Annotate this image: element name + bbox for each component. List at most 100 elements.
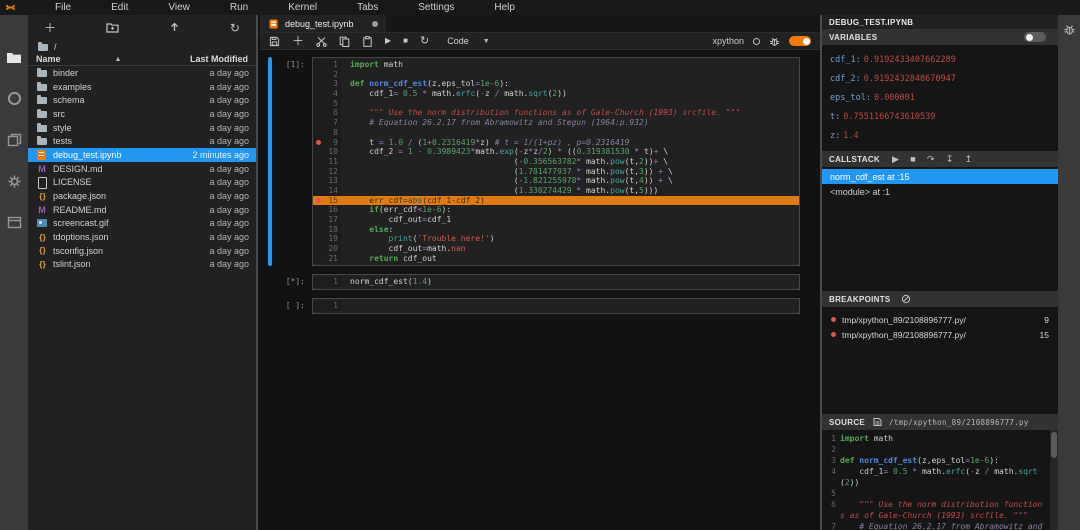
callstack-frame[interactable]: norm_cdf_est at :15 <box>822 169 1058 184</box>
breakpoint-gutter[interactable] <box>313 79 324 89</box>
column-last-modified[interactable]: Last Modified <box>190 54 248 64</box>
breakpoint-gutter[interactable] <box>313 99 324 109</box>
file-row[interactable]: package.jsona day ago <box>28 189 256 203</box>
breadcrumb-root[interactable]: / <box>54 42 57 52</box>
menu-settings[interactable]: Settings <box>398 0 474 15</box>
clear-breakpoints-icon[interactable] <box>901 294 911 304</box>
debugger-toggle[interactable] <box>789 36 811 46</box>
bug-icon[interactable] <box>769 36 780 47</box>
new-launcher-icon[interactable]: ＋ <box>44 22 56 34</box>
breakpoint-gutter[interactable] <box>313 118 324 128</box>
source-section-header[interactable]: SOURCE /tmp/xpython_89/2108896777.py <box>822 414 1058 430</box>
breakpoint-gutter[interactable] <box>313 108 324 118</box>
variables-section-header[interactable]: VARIABLES <box>822 29 1058 45</box>
file-row[interactable]: DESIGN.mda day ago <box>28 162 256 176</box>
add-cell-icon[interactable]: ＋ <box>292 36 304 46</box>
breadcrumb[interactable]: / <box>28 40 256 53</box>
kernel-status-icon[interactable] <box>753 38 760 45</box>
breakpoint-gutter[interactable] <box>313 176 324 186</box>
cell-editor[interactable]: 1norm_cdf_est(1.4) <box>312 274 800 290</box>
breakpoint-gutter[interactable] <box>313 60 324 70</box>
callstack-frame[interactable]: <module> at :1 <box>822 184 1058 199</box>
file-row[interactable]: README.mda day ago <box>28 203 256 217</box>
variable-row[interactable]: eps_tol:0.000001 <box>822 88 1058 107</box>
breakpoint-gutter[interactable] <box>313 157 324 167</box>
breakpoint-gutter[interactable] <box>313 205 324 215</box>
copy-icon[interactable] <box>339 36 350 47</box>
menu-run[interactable]: Run <box>210 0 268 15</box>
breakpoint-gutter[interactable] <box>313 167 324 177</box>
breakpoint-row[interactable]: tmp/xpython_89/2108896777.py/9 <box>822 312 1058 327</box>
menu-kernel[interactable]: Kernel <box>268 0 337 15</box>
restart-kernel-icon[interactable]: ↻ <box>420 36 429 46</box>
paste-icon[interactable] <box>362 36 373 47</box>
variable-row[interactable]: z:1.4 <box>822 126 1058 145</box>
terminate-icon[interactable]: ■ <box>910 154 916 165</box>
file-row[interactable]: srca day ago <box>28 107 256 121</box>
running-sessions-icon[interactable] <box>7 91 22 106</box>
file-row[interactable]: examplesa day ago <box>28 80 256 94</box>
save-icon[interactable] <box>269 36 280 47</box>
new-folder-icon[interactable] <box>106 22 119 33</box>
file-row[interactable]: tslint.jsona day ago <box>28 258 256 272</box>
tab-debug-test[interactable]: debug_test.ipynb <box>260 15 386 32</box>
run-icon[interactable]: ▶ <box>385 36 391 46</box>
unsaved-changes-icon[interactable] <box>372 21 378 27</box>
breakpoint-gutter[interactable] <box>313 225 324 235</box>
breakpoint-gutter[interactable] <box>313 70 324 80</box>
step-over-icon[interactable]: ↷ <box>927 154 935 165</box>
menu-edit[interactable]: Edit <box>91 0 148 15</box>
open-tabs-icon[interactable] <box>7 216 22 229</box>
file-row[interactable]: tdoptions.jsona day ago <box>28 230 256 244</box>
notebook-cell[interactable]: [1]:1import math23def norm_cdf_est(z,eps… <box>268 57 800 266</box>
variable-row[interactable]: t:0.7551166743610539 <box>822 107 1058 126</box>
variable-row[interactable]: cdf_2:0.9192432848670947 <box>822 69 1058 88</box>
breakpoint-gutter[interactable] <box>313 186 324 196</box>
breakpoint-gutter[interactable] <box>313 215 324 225</box>
variable-row[interactable]: cdf_1:0.9192433407662289 <box>822 50 1058 69</box>
breakpoint-gutter[interactable] <box>313 196 324 206</box>
menu-view[interactable]: View <box>148 0 210 15</box>
file-row[interactable]: bindera day ago <box>28 66 256 80</box>
breakpoint-gutter[interactable] <box>313 254 324 264</box>
breakpoint-gutter[interactable] <box>313 147 324 157</box>
command-palette-icon[interactable] <box>7 133 22 147</box>
stop-icon[interactable]: ■ <box>403 36 408 46</box>
file-row[interactable]: tsconfig.jsona day ago <box>28 244 256 258</box>
debugger-tab-icon[interactable] <box>1063 23 1076 530</box>
file-browser-icon[interactable] <box>6 51 22 64</box>
breakpoint-gutter[interactable] <box>313 244 324 254</box>
upload-icon[interactable] <box>169 22 180 33</box>
step-out-icon[interactable]: ↥ <box>965 154 973 165</box>
file-row[interactable]: testsa day ago <box>28 134 256 148</box>
menu-help[interactable]: Help <box>474 0 535 15</box>
breakpoint-gutter[interactable] <box>313 89 324 99</box>
notebook-cell[interactable]: [*]:1norm_cdf_est(1.4) <box>268 274 800 290</box>
menu-tabs[interactable]: Tabs <box>337 0 398 15</box>
cell-editor[interactable]: 1 <box>312 298 800 314</box>
source-scrollbar[interactable] <box>1050 430 1058 530</box>
cut-icon[interactable] <box>316 36 327 47</box>
cell-editor[interactable]: 1import math23def norm_cdf_est(z,eps_tol… <box>312 57 800 266</box>
breakpoint-gutter[interactable] <box>313 301 324 311</box>
column-name[interactable]: Name <box>36 54 61 64</box>
step-in-icon[interactable]: ↧ <box>946 154 954 165</box>
variables-view-toggle[interactable] <box>1024 32 1046 42</box>
continue-icon[interactable]: ▶ <box>892 154 899 165</box>
open-source-icon[interactable] <box>873 417 882 427</box>
file-row[interactable]: stylea day ago <box>28 121 256 135</box>
callstack-section-header[interactable]: CALLSTACK ▶ ■ ↷ ↧ ↥ <box>822 151 1058 167</box>
breakpoint-gutter[interactable] <box>313 277 324 287</box>
file-row[interactable]: schemaa day ago <box>28 93 256 107</box>
breakpoint-gutter[interactable] <box>313 128 324 138</box>
refresh-icon[interactable]: ↻ <box>230 22 240 34</box>
file-row[interactable]: screencast.gifa day ago <box>28 217 256 231</box>
notebook-cell[interactable]: [ ]:1 <box>268 298 800 314</box>
menu-file[interactable]: File <box>35 0 91 15</box>
file-row[interactable]: LICENSEa day ago <box>28 176 256 190</box>
property-inspector-icon[interactable] <box>7 174 22 189</box>
breakpoint-gutter[interactable] <box>313 234 324 244</box>
file-row[interactable]: debug_test.ipynb2 minutes ago <box>28 148 256 162</box>
breakpoint-row[interactable]: tmp/xpython_89/2108896777.py/15 <box>822 327 1058 342</box>
breakpoints-section-header[interactable]: BREAKPOINTS <box>822 291 1058 307</box>
